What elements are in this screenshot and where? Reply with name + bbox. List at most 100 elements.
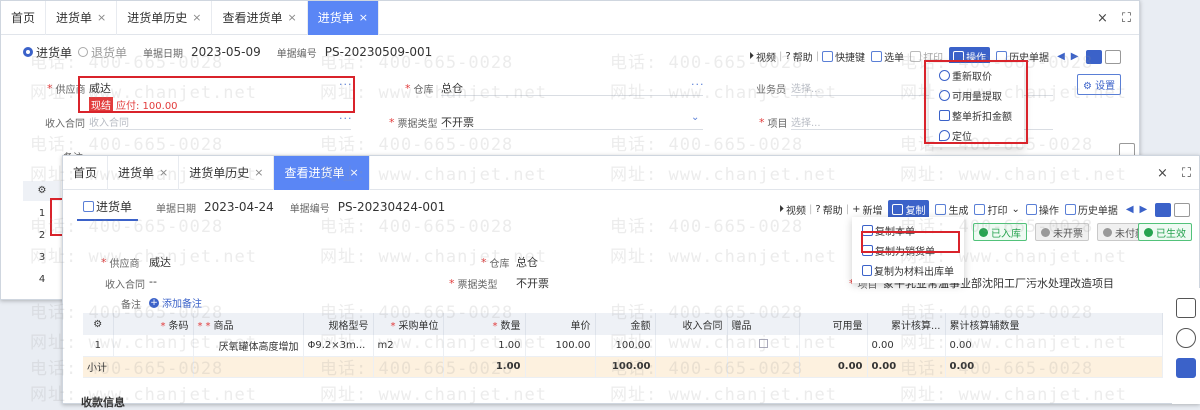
help-button[interactable]: 帮助	[823, 202, 843, 217]
doc-no-label: 单据编号	[289, 203, 330, 215]
col-product: 商品	[213, 320, 234, 332]
right-sidebar	[1172, 288, 1200, 404]
more-icon[interactable]: ···	[339, 112, 353, 125]
items-table: ⚙ * 条码 * * 商品 规格型号 * 采购单位 * 数量 单价 金额 收入合同 赠品 …	[83, 313, 1163, 378]
gift-checkbox[interactable]	[758, 339, 768, 349]
list-view-icon[interactable]	[1155, 202, 1172, 217]
invoice-type-select[interactable]: 不开票	[441, 114, 474, 130]
date-label: 单据日期	[156, 203, 197, 215]
info-icon	[1041, 227, 1050, 237]
history-button[interactable]: 历史单据	[1078, 202, 1118, 217]
close-icon[interactable]: ×	[350, 166, 359, 179]
next-arrow-icon[interactable]: ▶	[1140, 204, 1148, 215]
tab-home[interactable]: 首页	[63, 155, 109, 190]
invoice-type-label: 票据类型	[457, 280, 498, 291]
menu-copy-as-material-out[interactable]: 复制为材料出库单	[852, 260, 964, 280]
close-icon[interactable]: ×	[359, 11, 368, 24]
card-view-icon[interactable]	[1174, 202, 1191, 217]
select-button[interactable]: 选单	[884, 49, 904, 64]
status-badge-uninvoiced: 未开票	[1035, 223, 1089, 241]
more-icon[interactable]: ···	[691, 78, 705, 91]
info-icon	[1103, 227, 1112, 237]
radio-unchecked-icon[interactable]	[78, 47, 89, 57]
col-amount: 金额	[630, 320, 651, 332]
salesman-input[interactable]: 选择...	[791, 80, 821, 95]
video-icon: ⏵	[779, 204, 784, 215]
radio-checked-icon[interactable]	[23, 47, 33, 57]
col-acc1: 累计核算...	[890, 320, 941, 332]
close-icon[interactable]: ×	[97, 11, 106, 24]
close-icon[interactable]: ×	[254, 166, 263, 179]
attachment-icon[interactable]	[1176, 328, 1196, 348]
close-window-icon[interactable]: ×	[1157, 166, 1168, 181]
warehouse-value: 总仓	[516, 256, 538, 269]
next-arrow-icon[interactable]: ▶	[1071, 51, 1079, 62]
col-price: 单价	[570, 320, 591, 332]
col-qty: 数量	[500, 320, 521, 332]
col-spec: 规格型号	[328, 320, 369, 332]
add-remark-link[interactable]: + 添加备注	[149, 295, 202, 310]
fullscreen-icon[interactable]: ⛶	[1182, 166, 1191, 181]
table-header-row: ⚙ * 条码 * * 商品 规格型号 * 采购单位 * 数量 单价 金额 收入合同 赠品 …	[83, 313, 1163, 335]
close-icon[interactable]: ×	[159, 166, 168, 179]
copy-icon	[862, 264, 872, 276]
contract-label: 收入合同	[105, 280, 145, 291]
close-icon[interactable]: ×	[288, 11, 297, 24]
doc-no-value: PS-20230424-001	[337, 200, 446, 214]
help-icon: ?	[785, 51, 791, 62]
chevron-down-icon[interactable]: ⌄	[691, 112, 699, 123]
date-label: 单据日期	[143, 48, 184, 60]
select-icon	[871, 51, 883, 62]
settings-button[interactable]: ⚙ 设置	[1077, 74, 1122, 95]
expand-icon[interactable]	[1176, 358, 1196, 378]
radio-return-label: 退货单	[91, 45, 128, 60]
tab-purchase-history[interactable]: 进货单历史 ×	[117, 0, 213, 35]
table-row[interactable]: 1 厌氧罐体高度增加 Φ9.2×3m... m2 1.00 100.00 100…	[83, 335, 1163, 357]
fullscreen-icon[interactable]: ⛶	[1122, 11, 1131, 26]
video-button[interactable]: 视频	[786, 202, 806, 217]
note-icon[interactable]	[1176, 298, 1196, 318]
tab-home[interactable]: 首页	[1, 0, 47, 35]
card-view-icon[interactable]	[1105, 49, 1122, 64]
close-window-icon[interactable]: ×	[1097, 11, 1108, 26]
date-value[interactable]: 2023-05-09	[191, 45, 261, 59]
help-icon: ?	[815, 204, 821, 215]
col-gift: 赠品	[731, 320, 752, 332]
tab-view-purchase-active[interactable]: 查看进货单 ×	[274, 155, 370, 190]
prev-arrow-icon[interactable]: ◀	[1057, 51, 1065, 62]
col-contract: 收入合同	[682, 320, 723, 332]
print-button[interactable]: 打印	[987, 202, 1007, 217]
warehouse-value[interactable]: 总仓	[441, 80, 463, 96]
shortcut-button[interactable]: 快捷键	[835, 49, 865, 64]
project-input[interactable]: 选择...	[791, 114, 821, 129]
tab-purchase-history[interactable]: 进货单历史 ×	[179, 155, 275, 190]
prev-arrow-icon[interactable]: ◀	[1126, 204, 1134, 215]
contract-input[interactable]: 收入合同	[89, 114, 129, 129]
warehouse-label: 仓库	[413, 85, 434, 96]
list-view-icon[interactable]	[1086, 49, 1103, 64]
add-button[interactable]: 新增	[862, 202, 882, 217]
status-badge-effective: 已生效	[1138, 223, 1192, 241]
tab-bar: 首页 进货单 × 进货单历史 × 查看进货单 × 进货单 × × ⛶	[1, 0, 1139, 35]
video-icon: ⏵	[749, 51, 754, 62]
date-value: 2023-04-24	[204, 200, 274, 214]
tab-view-purchase[interactable]: 查看进货单 ×	[212, 0, 308, 35]
col-available: 可用量	[832, 320, 863, 332]
help-button[interactable]: 帮助	[793, 49, 813, 64]
remark-label: 备注	[121, 300, 141, 311]
doc-no-value[interactable]: PS-20230509-001	[325, 45, 433, 59]
video-button[interactable]: 视频	[756, 49, 776, 64]
tab-purchase-active[interactable]: 进货单 ×	[307, 0, 379, 35]
table-settings-icon[interactable]: ⚙	[83, 313, 114, 335]
generate-button[interactable]: 生成	[948, 202, 968, 217]
status-badge-stocked: 已入库	[973, 223, 1027, 241]
tab-purchase[interactable]: 进货单 ×	[46, 0, 118, 35]
check-icon	[979, 227, 988, 237]
tab-purchase[interactable]: 进货单 ×	[108, 155, 180, 190]
chevron-down-icon[interactable]: ⌄	[1011, 204, 1019, 215]
copy-icon	[892, 204, 904, 215]
highlight-ops-menu	[924, 60, 1028, 144]
operate-button[interactable]: 操作	[1039, 202, 1059, 217]
close-icon[interactable]: ×	[192, 11, 201, 24]
history-icon	[1064, 204, 1076, 215]
